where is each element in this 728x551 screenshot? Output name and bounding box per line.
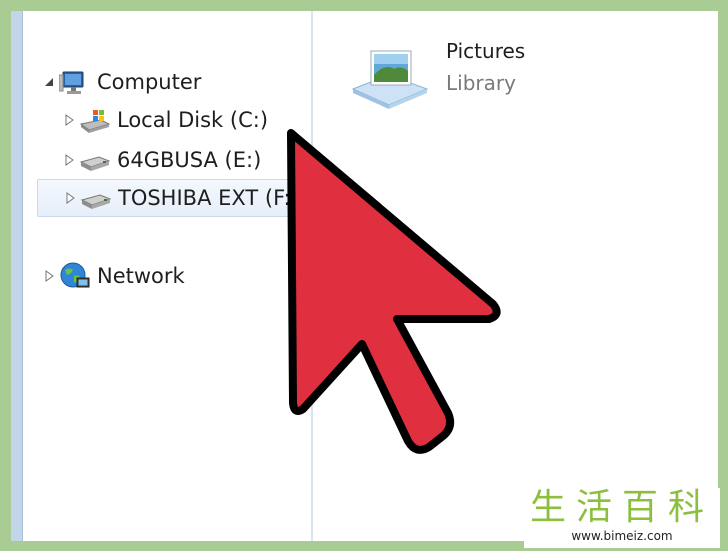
tree-item-label: Local Disk (C:) [117, 108, 269, 132]
tree-item-label: Network [97, 264, 185, 288]
tree-item-label: Computer [97, 70, 202, 94]
tree-item-computer[interactable]: Computer [39, 63, 239, 101]
navigation-pane: Computer Local Disk (C:) 64GBUSA (E:) TO… [23, 11, 313, 541]
tree-item-label: 64GBUSA (E:) [117, 148, 262, 172]
library-subtitle: Library [446, 71, 516, 95]
watermark: 生活百科 www.bimeiz.com [524, 488, 720, 548]
usb-drive-icon [79, 146, 111, 174]
collapsed-triangle-icon[interactable] [59, 113, 79, 127]
collapsed-triangle-icon[interactable] [59, 153, 79, 167]
watermark-url: www.bimeiz.com [571, 529, 673, 543]
watermark-text: 生活百科 [529, 487, 714, 528]
collapsed-triangle-icon[interactable] [60, 191, 80, 205]
explorer-window: Computer Local Disk (C:) 64GBUSA (E:) TO… [11, 11, 718, 541]
network-globe-icon [59, 262, 91, 290]
collapsed-triangle-icon[interactable] [39, 269, 59, 283]
tree-item-toshiba-ext[interactable]: TOSHIBA EXT (F:) [37, 179, 313, 217]
pictures-library-icon [349, 45, 429, 113]
window-left-edge [11, 11, 23, 541]
tree-item-64gbusa[interactable]: 64GBUSA (E:) [59, 141, 289, 179]
usb-drive-icon [80, 184, 112, 212]
tree-item-network[interactable]: Network [39, 257, 239, 295]
windows-drive-icon [79, 106, 111, 134]
computer-icon [58, 68, 91, 96]
content-pane: Pictures Library [313, 11, 718, 541]
tree-item-label: TOSHIBA EXT (F:) [118, 186, 299, 210]
expanded-triangle-icon[interactable] [39, 76, 59, 88]
library-title: Pictures [446, 39, 526, 63]
tree-item-local-disk[interactable]: Local Disk (C:) [59, 101, 289, 139]
